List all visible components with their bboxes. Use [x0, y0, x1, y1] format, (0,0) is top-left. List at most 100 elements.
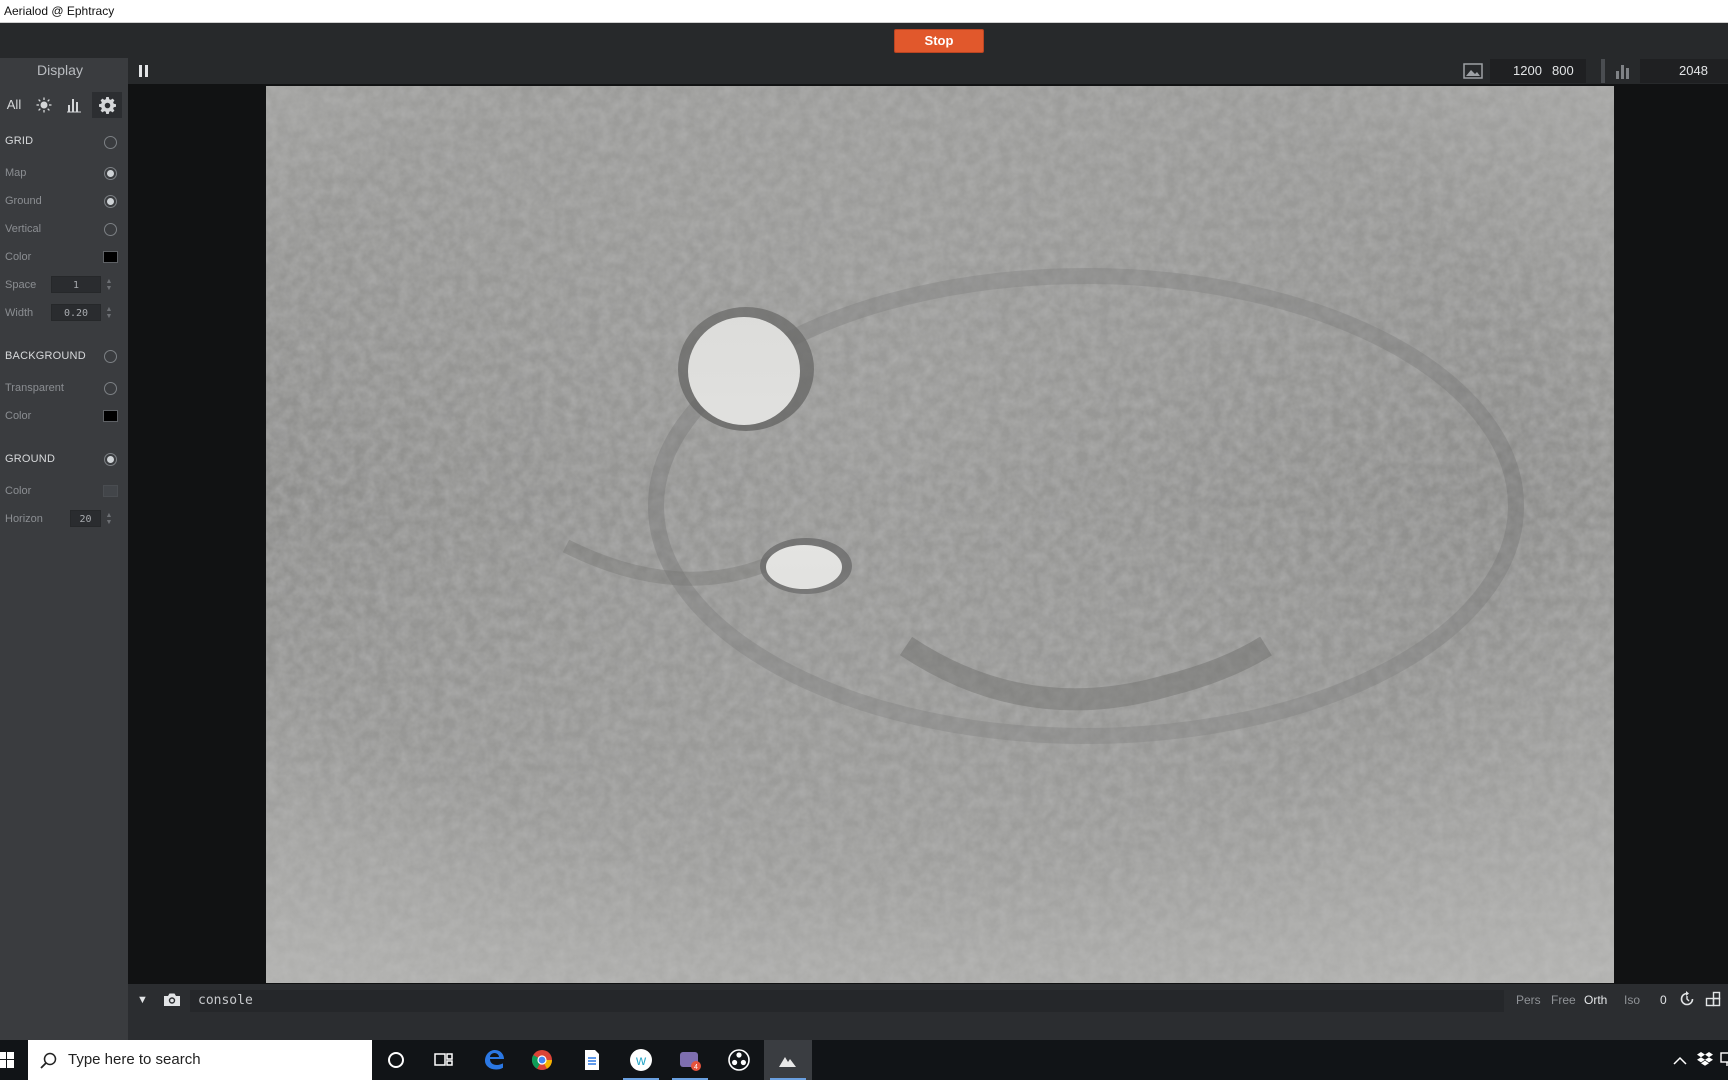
search-placeholder: Type here to search: [68, 1051, 201, 1068]
view-mode-free[interactable]: Free: [1551, 993, 1576, 1007]
image-icon: [1463, 63, 1483, 79]
grid-toggle[interactable]: [104, 136, 117, 149]
cortana-icon: [388, 1052, 404, 1068]
tray-expand[interactable]: [1673, 1053, 1687, 1071]
grid-space-label: Space: [5, 279, 37, 291]
background-section-header: BACKGROUND: [5, 350, 86, 362]
view-mode-orth[interactable]: Orth: [1584, 993, 1607, 1007]
w-app-icon: w: [630, 1049, 652, 1071]
svg-text:w: w: [635, 1052, 647, 1068]
network-icon: [1720, 1052, 1728, 1066]
grid-map-toggle[interactable]: [104, 167, 117, 180]
cortana-button[interactable]: [372, 1040, 420, 1080]
edge-icon: [485, 1050, 504, 1070]
console-input[interactable]: console: [190, 990, 1504, 1012]
tab-light[interactable]: [31, 92, 57, 118]
stop-button[interactable]: Stop: [894, 29, 984, 53]
background-color-label: Color: [5, 410, 32, 422]
rotate-icon: [1680, 991, 1694, 1006]
terrain-render: [266, 86, 1614, 983]
screenshot-button[interactable]: [163, 992, 181, 1012]
top-toolbar: Stop: [0, 23, 1728, 58]
bar-chart-icon: [1616, 65, 1629, 79]
view-mode-pers[interactable]: Pers: [1516, 993, 1541, 1007]
dropbox-tray[interactable]: [1696, 1051, 1714, 1072]
samples-button[interactable]: [1614, 61, 1636, 81]
app-w-button[interactable]: w: [617, 1040, 665, 1080]
collapse-icon[interactable]: ▼: [137, 994, 148, 1006]
console-bar: ▼ console Pers Free Orth Iso 0: [128, 984, 1728, 1040]
tab-all[interactable]: All: [2, 92, 26, 118]
background-transparent-toggle[interactable]: [104, 382, 117, 395]
layout-button[interactable]: [1705, 991, 1721, 1012]
samples-count[interactable]: 2048: [1679, 63, 1708, 83]
chevron-up-icon: [1673, 1056, 1687, 1065]
windows-icon: [0, 1052, 14, 1068]
render-image[interactable]: [266, 86, 1614, 983]
grid-width-input[interactable]: 0.20: [51, 304, 101, 321]
grid-map-label: Map: [5, 167, 27, 179]
reset-view-button[interactable]: [1679, 991, 1695, 1012]
grid-width-label: Width: [5, 307, 34, 319]
aerialod-icon: [779, 1057, 796, 1067]
grid-color-swatch[interactable]: [103, 251, 118, 263]
grid-vertical-label: Vertical: [5, 223, 42, 235]
viewport-header: 1200 800 2048: [128, 58, 1728, 84]
background-color-swatch[interactable]: [103, 410, 118, 422]
chrome-button[interactable]: [518, 1040, 566, 1080]
chrome-icon: [531, 1050, 553, 1070]
file-button[interactable]: [568, 1040, 616, 1080]
display-sidebar: Display All GRID Map Ground Vertical Col…: [0, 58, 128, 1040]
ground-section-header: GROUND: [5, 453, 56, 465]
resolution-height[interactable]: 800: [1552, 63, 1574, 83]
taskbar: Type here to search w 4: [0, 1040, 1728, 1080]
network-tray[interactable]: [1719, 1051, 1728, 1068]
task-view-button[interactable]: [420, 1040, 468, 1080]
view-mode-iso[interactable]: Iso: [1624, 993, 1640, 1007]
ground-color-swatch[interactable]: [103, 485, 118, 497]
grid-ground-toggle[interactable]: [104, 195, 117, 208]
start-button[interactable]: [0, 1052, 14, 1068]
tab-settings[interactable]: [92, 92, 122, 118]
camera-icon: [164, 993, 180, 1006]
layout-icon: [1705, 991, 1721, 1007]
angle-value[interactable]: 0: [1660, 993, 1667, 1007]
title-bar: Aerialod @ Ephtracy: [0, 0, 1728, 23]
edge-button[interactable]: [470, 1040, 518, 1080]
dropbox-icon: [1697, 1052, 1713, 1066]
window-title: Aerialod @ Ephtracy: [4, 4, 115, 18]
ground-horizon-label: Horizon: [5, 513, 43, 525]
sidebar-title: Display: [37, 62, 83, 78]
svg-text:4: 4: [694, 1064, 698, 1071]
ground-color-label: Color: [5, 485, 32, 497]
grid-section-header: GRID: [5, 135, 34, 147]
sidebar-tabs: All: [0, 92, 124, 118]
background-toggle[interactable]: [104, 350, 117, 363]
aerialod-button[interactable]: [764, 1040, 812, 1080]
image-size-button[interactable]: [1463, 61, 1485, 81]
search-icon: [40, 1052, 57, 1069]
grid-color-label: Color: [5, 251, 32, 263]
ground-toggle[interactable]: [104, 453, 117, 466]
taskbar-search[interactable]: Type here to search: [28, 1040, 372, 1080]
grid-vertical-toggle[interactable]: [104, 223, 117, 236]
chat-app-icon: 4: [680, 1052, 701, 1071]
app-chat-button[interactable]: 4: [666, 1040, 714, 1080]
grid-space-stepper[interactable]: ▲ ▼: [105, 278, 113, 292]
ground-horizon-input[interactable]: 20: [70, 510, 101, 527]
tab-histogram[interactable]: [61, 92, 87, 118]
resolution-width[interactable]: 1200: [1513, 63, 1542, 83]
grid-width-stepper[interactable]: ▲ ▼: [105, 306, 113, 320]
background-transparent-label: Transparent: [5, 382, 64, 394]
obs-icon: [728, 1049, 750, 1071]
gear-icon: [98, 97, 116, 114]
bar-chart-icon: [67, 99, 81, 113]
obs-button[interactable]: [715, 1040, 763, 1080]
sun-icon: [36, 97, 52, 113]
grid-ground-label: Ground: [5, 195, 42, 207]
ground-horizon-stepper[interactable]: ▲ ▼: [105, 512, 113, 526]
pause-button[interactable]: [137, 64, 151, 78]
task-view-icon: [434, 1053, 453, 1066]
grid-space-input[interactable]: 1: [51, 276, 101, 293]
document-icon: [585, 1050, 599, 1070]
